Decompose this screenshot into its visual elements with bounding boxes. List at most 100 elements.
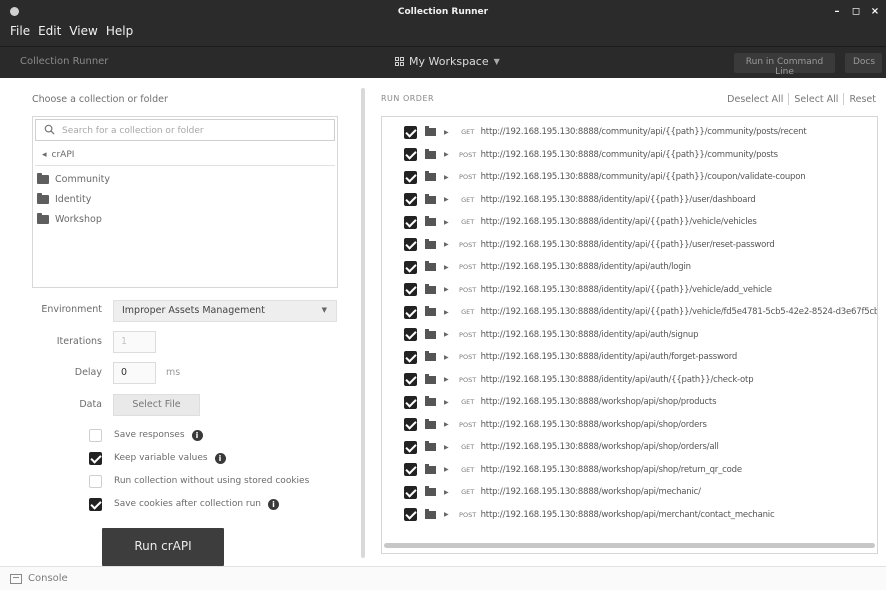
console-icon[interactable]	[10, 574, 22, 584]
environment-select[interactable]: Improper Assets Management ▼	[113, 300, 337, 322]
folder-icon	[425, 351, 436, 361]
caret-right-icon[interactable]: ▶	[444, 399, 449, 406]
reset-button[interactable]: Reset	[849, 94, 876, 105]
request-row[interactable]: ▶ GET http://192.168.195.130:8888/identity…	[382, 189, 877, 211]
request-checkbox[interactable]	[404, 328, 417, 341]
iterations-input[interactable]: 1	[113, 331, 156, 353]
request-row[interactable]: ▶ POST http://192.168.195.130:8888/identit…	[382, 369, 877, 391]
request-row[interactable]: ▶ GET http://192.168.195.130:8888/workshop…	[382, 391, 877, 413]
deselect-all-button[interactable]: Deselect All	[727, 94, 783, 105]
caret-right-icon[interactable]: ▶	[444, 151, 449, 158]
info-icon[interactable]: i	[191, 429, 203, 441]
save-cookies-checkbox[interactable]	[89, 497, 102, 511]
request-row[interactable]: ▶ POST http://192.168.195.130:8888/identit…	[382, 324, 877, 346]
request-row[interactable]: ▶ POST http://192.168.195.130:8888/identit…	[382, 256, 877, 278]
option-keep-variable-values[interactable]: Keep variable values i	[89, 450, 226, 466]
request-checkbox[interactable]	[404, 238, 417, 251]
request-checkbox[interactable]	[404, 193, 417, 206]
request-checkbox[interactable]	[404, 508, 417, 521]
info-icon[interactable]: i	[214, 452, 226, 464]
caret-right-icon[interactable]: ▶	[444, 444, 449, 451]
request-row[interactable]: ▶ GET http://192.168.195.130:8888/workshop…	[382, 436, 877, 458]
option-save-responses[interactable]: Save responses i	[89, 427, 203, 443]
request-checkbox[interactable]	[404, 485, 417, 499]
request-checkbox[interactable]	[404, 305, 417, 319]
title-bar: Collection Runner – ◻ × File Edit View H…	[0, 0, 886, 46]
request-row[interactable]: ▶ POST http://192.168.195.130:8888/worksho…	[382, 504, 877, 526]
request-row[interactable]: ▶ GET http://192.168.195.130:8888/workshop…	[382, 459, 877, 481]
folder-item-workshop[interactable]: Workshop	[37, 209, 102, 229]
docs-button[interactable]: Docs	[845, 53, 882, 73]
request-checkbox[interactable]	[404, 215, 417, 229]
run-collection-button[interactable]: Run crAPI	[102, 528, 224, 566]
caret-right-icon[interactable]: ▶	[444, 489, 449, 496]
caret-right-icon[interactable]: ▶	[444, 511, 449, 518]
horizontal-scrollbar[interactable]	[384, 543, 875, 548]
caret-right-icon[interactable]: ▶	[444, 174, 449, 181]
request-row[interactable]: ▶ GET http://192.168.195.130:8888/workshop…	[382, 481, 877, 503]
request-row[interactable]: ▶ POST http://192.168.195.130:8888/worksho…	[382, 414, 877, 436]
menu-file[interactable]: File	[10, 24, 30, 38]
caret-right-icon[interactable]: ▶	[444, 354, 449, 361]
menu-view[interactable]: View	[69, 24, 97, 38]
request-checkbox[interactable]	[404, 170, 417, 184]
caret-right-icon[interactable]: ▶	[444, 376, 449, 383]
request-row[interactable]: ▶ POST http://192.168.195.130:8888/communi…	[382, 144, 877, 166]
request-checkbox[interactable]	[404, 418, 417, 431]
request-checkbox[interactable]	[404, 283, 417, 296]
close-icon[interactable]: ×	[870, 6, 880, 17]
request-checkbox[interactable]	[404, 148, 417, 161]
maximize-icon[interactable]: ◻	[851, 6, 861, 17]
request-checkbox[interactable]	[404, 350, 417, 364]
request-row[interactable]: ▶ POST http://192.168.195.130:8888/communi…	[382, 166, 877, 188]
request-row[interactable]: ▶ GET http://192.168.195.130:8888/identity…	[382, 301, 877, 323]
caret-right-icon[interactable]: ▶	[444, 241, 449, 248]
request-checkbox[interactable]	[404, 463, 417, 476]
request-checkbox[interactable]	[404, 125, 417, 139]
menu-edit[interactable]: Edit	[38, 24, 61, 38]
panel-splitter[interactable]	[361, 88, 365, 558]
run-order-panel: RUN ORDER Deselect All Select All Reset …	[366, 78, 886, 566]
console-button[interactable]: Console	[28, 573, 68, 584]
breadcrumb[interactable]: ◂ crAPI	[35, 144, 335, 166]
folder-icon	[37, 192, 49, 204]
save-responses-checkbox[interactable]	[89, 428, 102, 442]
request-checkbox[interactable]	[404, 440, 417, 454]
request-row[interactable]: ▶ POST http://192.168.195.130:8888/identit…	[382, 279, 877, 301]
caret-right-icon[interactable]: ▶	[444, 264, 449, 271]
option-save-cookies[interactable]: Save cookies after collection run i	[89, 496, 280, 512]
run-without-cookies-checkbox[interactable]	[89, 474, 102, 488]
caret-right-icon[interactable]: ▶	[444, 331, 449, 338]
folder-label: Identity	[55, 193, 92, 205]
request-row[interactable]: ▶ POST http://192.168.195.130:8888/identit…	[382, 346, 877, 368]
info-icon[interactable]: i	[268, 498, 280, 510]
request-row[interactable]: ▶ POST http://192.168.195.130:8888/identit…	[382, 234, 877, 256]
caret-right-icon[interactable]: ▶	[444, 421, 449, 428]
request-method: POST	[459, 330, 477, 339]
caret-right-icon[interactable]: ▶	[444, 466, 449, 473]
caret-right-icon[interactable]: ▶	[444, 196, 449, 203]
select-file-button[interactable]: Select File	[113, 394, 200, 416]
chevron-down-icon: ▼	[493, 57, 500, 66]
minimize-icon[interactable]: –	[832, 6, 842, 17]
request-checkbox[interactable]	[404, 373, 417, 386]
request-row[interactable]: ▶ GET http://192.168.195.130:8888/communit…	[382, 121, 877, 143]
caret-right-icon[interactable]: ▶	[444, 309, 449, 316]
request-checkbox[interactable]	[404, 395, 417, 409]
menu-help[interactable]: Help	[106, 24, 133, 38]
caret-right-icon[interactable]: ▶	[444, 286, 449, 293]
collection-search-input[interactable]	[62, 123, 327, 138]
request-row[interactable]: ▶ GET http://192.168.195.130:8888/identity…	[382, 211, 877, 233]
folder-item-identity[interactable]: Identity	[37, 189, 91, 209]
caret-right-icon[interactable]: ▶	[444, 129, 449, 136]
select-all-button[interactable]: Select All	[794, 94, 838, 105]
folder-item-community[interactable]: Community	[37, 169, 110, 189]
option-run-without-cookies[interactable]: Run collection without using stored cook…	[89, 473, 309, 489]
delay-input[interactable]: 0	[113, 362, 156, 384]
workspace-switcher[interactable]: My Workspace ▼	[395, 55, 500, 68]
keep-variable-values-checkbox[interactable]	[89, 451, 102, 465]
caret-right-icon[interactable]: ▶	[444, 219, 449, 226]
request-url: http://192.168.195.130:8888/workshop/api…	[480, 442, 719, 452]
run-in-command-line-button[interactable]: Run in Command Line	[734, 53, 835, 77]
request-checkbox[interactable]	[404, 260, 417, 274]
